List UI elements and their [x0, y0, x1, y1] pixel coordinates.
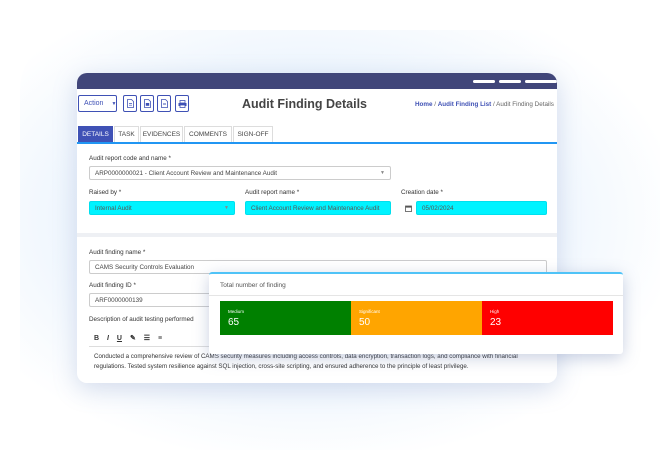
print-icon — [178, 99, 186, 108]
high-findings-segment[interactable]: High 23 — [482, 301, 613, 335]
window-titlebar — [77, 73, 557, 89]
tab-comments[interactable]: COMMENTS — [184, 126, 232, 142]
italic-button[interactable]: I — [107, 335, 109, 342]
medium-findings-segment[interactable]: Medium 65 — [220, 301, 351, 335]
report-info-card: Audit report code and name * ARP00000000… — [77, 144, 557, 233]
raised-by-label: Raised by * — [89, 189, 122, 196]
tab-bar: DETAILS TASK EVIDENCES COMMENTS SIGN-OFF — [77, 124, 557, 144]
action-dropdown-button[interactable]: Action ▼ — [78, 95, 117, 112]
bold-button[interactable]: B — [94, 335, 99, 342]
finding-id-label: Audit finding ID * — [89, 282, 136, 289]
bullet-list-icon[interactable]: ☰ — [144, 335, 150, 342]
tab-sign-off[interactable]: SIGN-OFF — [233, 126, 273, 142]
high-label: High — [490, 309, 500, 314]
breadcrumb: Home / Audit Finding List / Audit Findin… — [415, 101, 554, 108]
highlight-icon[interactable]: ✎ — [130, 335, 136, 342]
finding-name-label: Audit finding name * — [89, 249, 146, 256]
document-icon-button[interactable] — [123, 95, 137, 112]
breadcrumb-separator: / — [434, 101, 436, 108]
description-label: Description of audit testing performed — [89, 316, 194, 323]
raised-by-value: Internal Audit — [95, 204, 132, 212]
significant-findings-segment[interactable]: Significant 50 — [351, 301, 482, 335]
chevron-down-icon: ▼ — [224, 205, 229, 211]
findings-summary-panel: Total number of finding Medium 65 Signif… — [209, 272, 623, 354]
description-text[interactable]: Conducted a comprehensive review of CAMS… — [94, 352, 518, 372]
chevron-down-icon: ▼ — [111, 100, 117, 107]
creation-date-label: Creation date * — [401, 189, 444, 196]
raised-by-select[interactable]: Internal Audit ▼ — [89, 201, 235, 215]
high-count: 23 — [490, 317, 502, 328]
medium-count: 65 — [228, 317, 240, 328]
significant-label: Significant — [359, 309, 380, 314]
calendar-icon[interactable] — [401, 201, 415, 215]
menu-dash-icon — [525, 80, 557, 83]
description-line-2: regulations. Tested system resilience ag… — [94, 363, 469, 370]
menu-dash-icon — [473, 80, 495, 83]
breadcrumb-current: Audit Finding Details — [496, 101, 554, 108]
page-title: Audit Finding Details — [242, 97, 367, 111]
document-icon — [126, 99, 134, 108]
panel-divider — [209, 295, 623, 296]
report-name-field[interactable]: Client Account Review and Maintenance Au… — [245, 201, 391, 215]
breadcrumb-list-link[interactable]: Audit Finding List — [438, 101, 492, 108]
creation-date-field[interactable]: 05/02/2024 — [416, 201, 547, 215]
finding-id-field[interactable]: ARF0000000139 — [89, 293, 219, 307]
breadcrumb-home-link[interactable]: Home — [415, 101, 433, 108]
tab-evidences[interactable]: EVIDENCES — [140, 126, 183, 142]
breadcrumb-separator: / — [493, 101, 495, 108]
chevron-down-icon: ▼ — [380, 170, 385, 176]
report-name-label: Audit report name * — [245, 189, 300, 196]
underline-button[interactable]: U — [117, 335, 122, 342]
significant-count: 50 — [359, 317, 371, 328]
report-code-value: ARP0000000021 - Client Account Review an… — [95, 169, 278, 177]
print-button[interactable] — [175, 95, 189, 112]
pdf-icon — [160, 99, 168, 108]
pdf-icon-button[interactable] — [157, 95, 171, 112]
toolbar: Action ▼ Audit Finding Details Home / Au… — [77, 90, 557, 120]
action-label: Action — [84, 100, 104, 107]
tab-details[interactable]: DETAILS — [78, 126, 113, 142]
editor-toolbar: B I U ✎ ☰ ≡ — [94, 334, 168, 342]
export-icon-button[interactable] — [140, 95, 154, 112]
numbered-list-icon[interactable]: ≡ — [158, 335, 162, 342]
file-export-icon — [143, 99, 151, 108]
report-code-select[interactable]: ARP0000000021 - Client Account Review an… — [89, 166, 391, 180]
findings-summary-title: Total number of finding — [220, 282, 286, 289]
tab-task[interactable]: TASK — [114, 126, 139, 142]
menu-dash-icon — [499, 80, 521, 83]
report-code-label: Audit report code and name * — [89, 155, 171, 162]
medium-label: Medium — [228, 309, 245, 314]
